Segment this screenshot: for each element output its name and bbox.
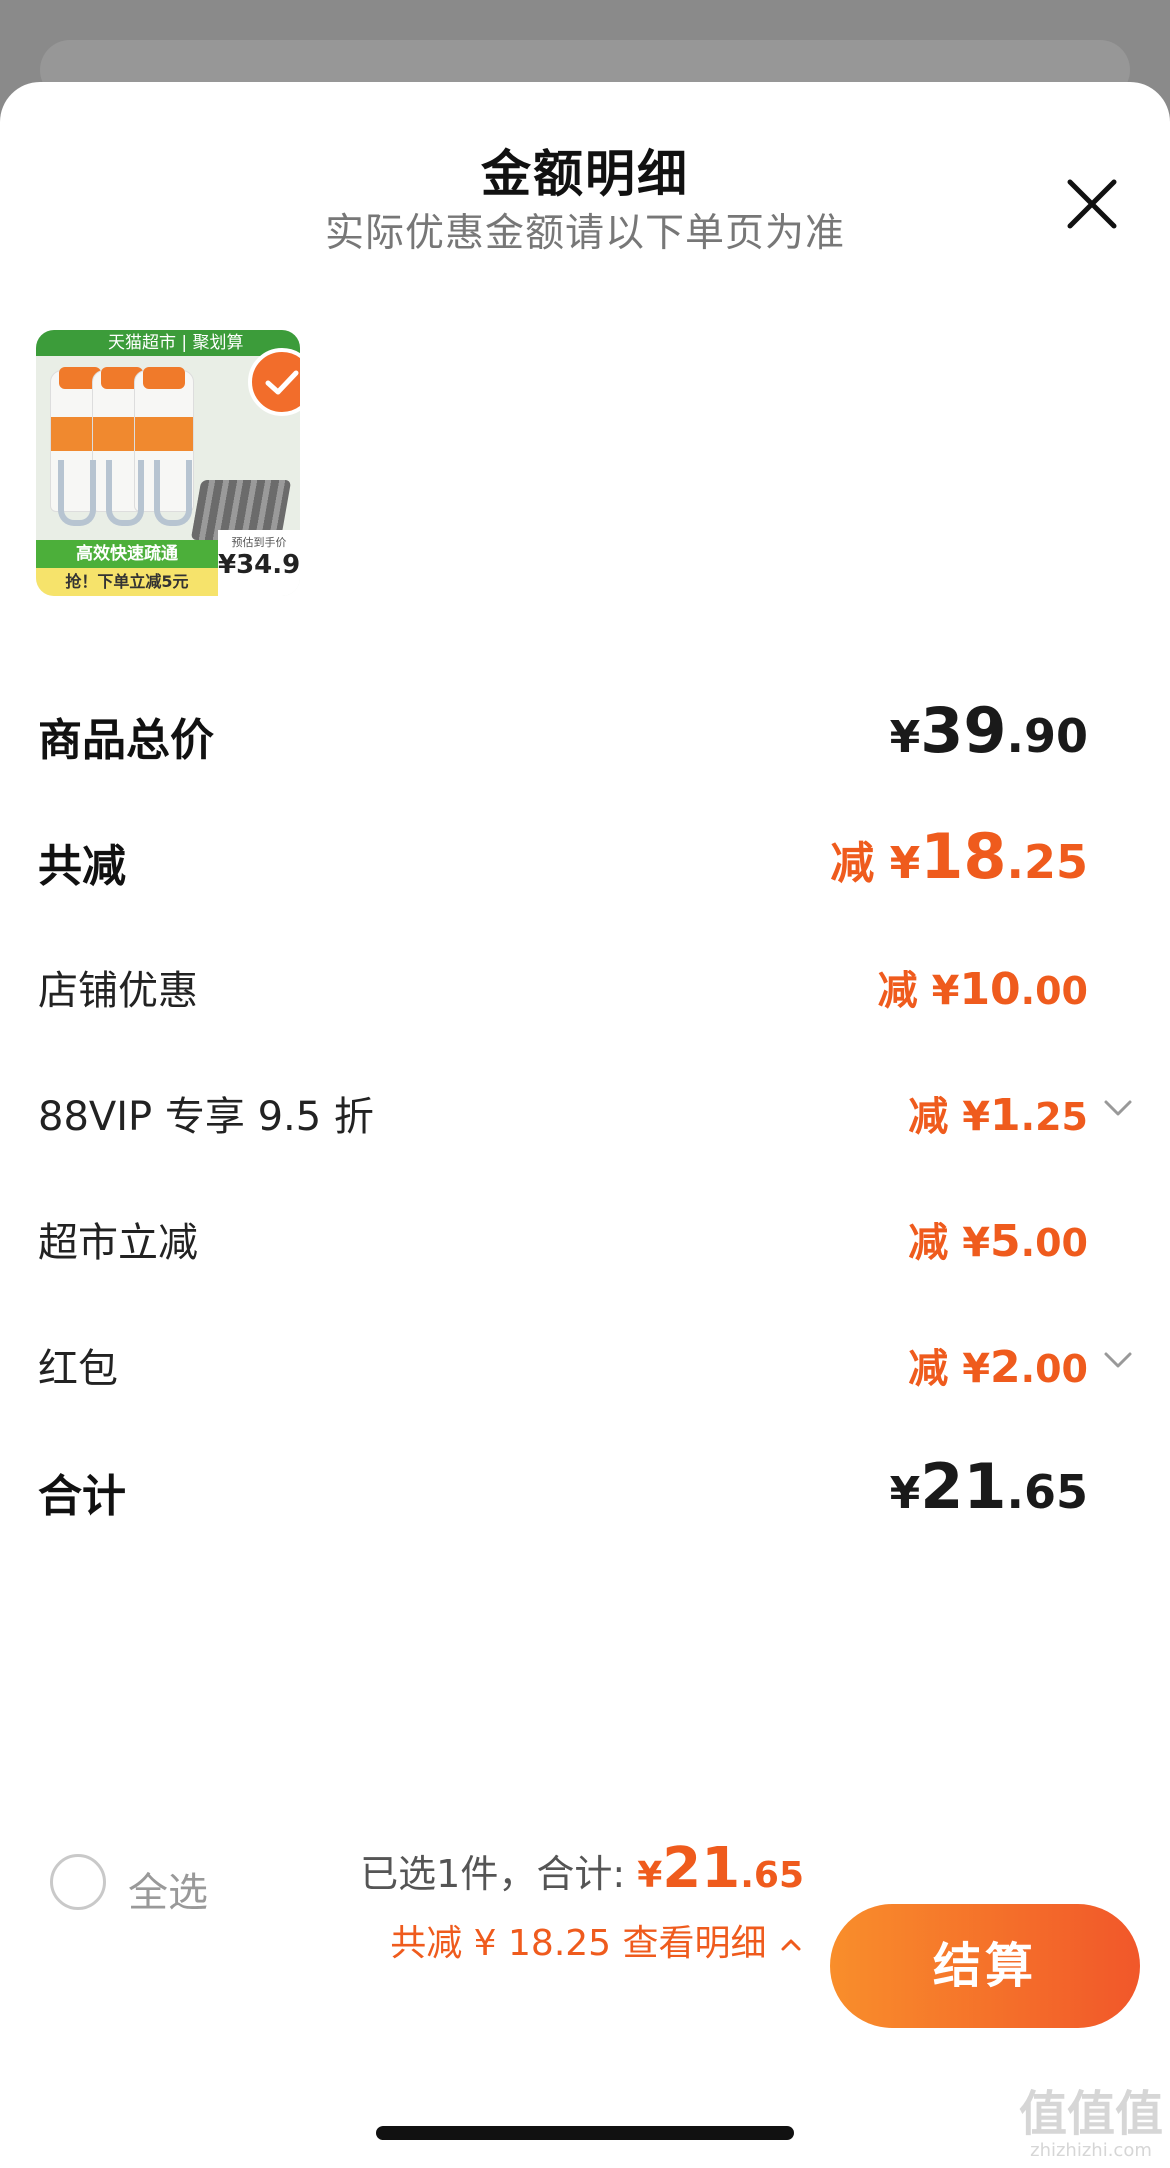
market-discount-row: 超市立减 减 ¥5.00 bbox=[38, 1206, 1088, 1270]
close-button[interactable] bbox=[1062, 174, 1122, 234]
chevron-down-icon[interactable] bbox=[1102, 1092, 1134, 1124]
discount-summary: 共减 ¥ 18.25 查看明细 bbox=[390, 1914, 804, 1966]
summary-total-dec: .65 bbox=[740, 1855, 804, 1896]
home-indicator bbox=[376, 2126, 794, 2140]
shop-discount-label: 店铺优惠 bbox=[38, 968, 198, 1014]
goods-total-label: 商品总价 bbox=[38, 715, 214, 766]
checkout-button[interactable]: 结算 bbox=[830, 1904, 1140, 2028]
sheet-subtitle: 实际优惠金额请以下单页为准 bbox=[324, 211, 845, 256]
product-slogan: 高效快速疏通 bbox=[36, 540, 218, 568]
sum-value: ¥21.65 bbox=[889, 1450, 1088, 1523]
market-discount-value: 减 ¥5.00 bbox=[908, 1216, 1088, 1267]
watermark-logo: 值值值 zhizhizhi.com bbox=[1016, 2088, 1166, 2161]
summary-total-yen: ¥ bbox=[637, 1855, 663, 1896]
product-promo: 抢！下单立减5元 bbox=[36, 568, 218, 596]
chevron-down-icon[interactable] bbox=[1102, 1344, 1134, 1376]
check-icon bbox=[265, 370, 299, 395]
sum-row: 合计 ¥21.65 bbox=[38, 1450, 1088, 1530]
select-all-radio[interactable] bbox=[50, 1854, 106, 1910]
total-discount-label: 共减 bbox=[38, 841, 126, 892]
sum-label: 合计 bbox=[38, 1471, 126, 1522]
pipe-graphic bbox=[58, 460, 96, 526]
vip-discount-label: 88VIP 专享 9.5 折 bbox=[38, 1094, 374, 1140]
pipe-graphic bbox=[154, 460, 192, 526]
vip-discount-value: 减 ¥1.25 bbox=[908, 1090, 1088, 1141]
discount-summary-text: 共减 ¥ 18.25 bbox=[390, 1923, 612, 1964]
product-selected-checkbox[interactable] bbox=[248, 348, 300, 416]
pipe-graphic bbox=[106, 460, 144, 526]
select-all-label[interactable]: 全选 bbox=[128, 1860, 208, 1918]
product-price-box: 预估到手价 ¥34.9 bbox=[218, 530, 300, 596]
summary-total-int: 21 bbox=[662, 1836, 741, 1901]
selected-summary: 已选1件，合计: ¥21.65 bbox=[360, 1836, 804, 1901]
market-discount-label: 超市立减 bbox=[38, 1220, 198, 1266]
view-detail-link[interactable]: 查看明细 bbox=[623, 1923, 804, 1964]
goods-total-row: 商品总价 ¥39.90 bbox=[38, 694, 1088, 774]
shop-discount-value: 减 ¥10.00 bbox=[877, 964, 1088, 1015]
total-discount-row: 共减 减 ¥18.25 bbox=[38, 820, 1088, 900]
watermark-main: 值值值 bbox=[1018, 2086, 1163, 2142]
product-price-value: ¥34.9 bbox=[218, 550, 300, 580]
sheet-title: 金额明细 bbox=[481, 145, 689, 203]
total-discount-value: 减 ¥18.25 bbox=[830, 820, 1088, 893]
red-packet-row[interactable]: 红包 减 ¥2.00 bbox=[38, 1332, 1132, 1396]
chevron-up-icon bbox=[781, 1939, 801, 1951]
selected-count-text: 已选1件，合计: bbox=[360, 1852, 626, 1896]
red-packet-label: 红包 bbox=[38, 1346, 118, 1392]
product-thumbnail[interactable]: 天猫超市 | 聚划算 高效快速疏通 抢！下单立减5元 预估到手价 ¥34.9 bbox=[36, 330, 300, 596]
product-price-label: 预估到手价 bbox=[231, 536, 287, 549]
goods-total-value: ¥39.90 bbox=[889, 694, 1088, 767]
shop-discount-row: 店铺优惠 减 ¥10.00 bbox=[38, 954, 1088, 1018]
red-packet-value: 减 ¥2.00 bbox=[908, 1342, 1088, 1393]
close-icon bbox=[1067, 179, 1117, 229]
vip-discount-row[interactable]: 88VIP 专享 9.5 折 减 ¥1.25 bbox=[38, 1080, 1132, 1144]
watermark-url: zhizhizhi.com bbox=[1030, 2140, 1152, 2161]
